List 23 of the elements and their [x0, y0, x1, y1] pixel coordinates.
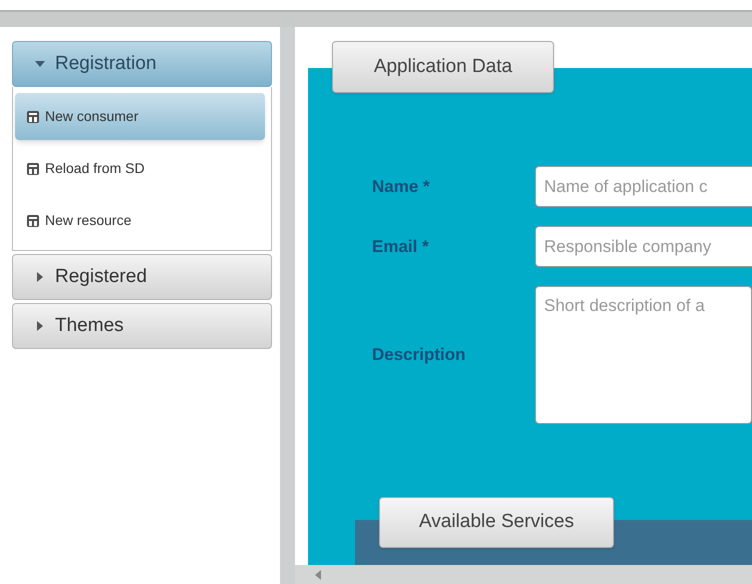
description-field[interactable]: Short description of a	[535, 286, 752, 424]
caret-right-icon	[35, 272, 45, 282]
caret-down-icon	[35, 59, 45, 69]
section-tab[interactable]: Available Services	[379, 497, 614, 548]
menu-item[interactable]: New consumer	[15, 93, 265, 140]
section-tab[interactable]: Application Data	[332, 41, 554, 93]
field-label: Description	[372, 344, 467, 366]
input-field[interactable]: Responsible company	[535, 226, 752, 267]
field-label: Name *	[372, 176, 431, 198]
form-icon	[27, 214, 39, 226]
menu-item[interactable]: Reload from SD	[15, 145, 271, 192]
accordion-header[interactable]: Themes	[12, 303, 272, 349]
scroll-left-icon[interactable]	[315, 570, 321, 580]
caret-right-icon	[35, 321, 45, 331]
field-label: Email *	[372, 236, 430, 258]
input-field[interactable]: Name of application c	[535, 166, 752, 207]
horizontal-scrollbar[interactable]	[295, 565, 752, 584]
accordion-header[interactable]: Registered	[12, 254, 272, 300]
form-icon	[27, 110, 39, 122]
accordion-header[interactable]: Registration	[12, 41, 272, 87]
menu-item[interactable]: New resource	[15, 197, 271, 244]
splitter-bar[interactable]	[280, 27, 295, 584]
form-icon	[27, 162, 39, 174]
